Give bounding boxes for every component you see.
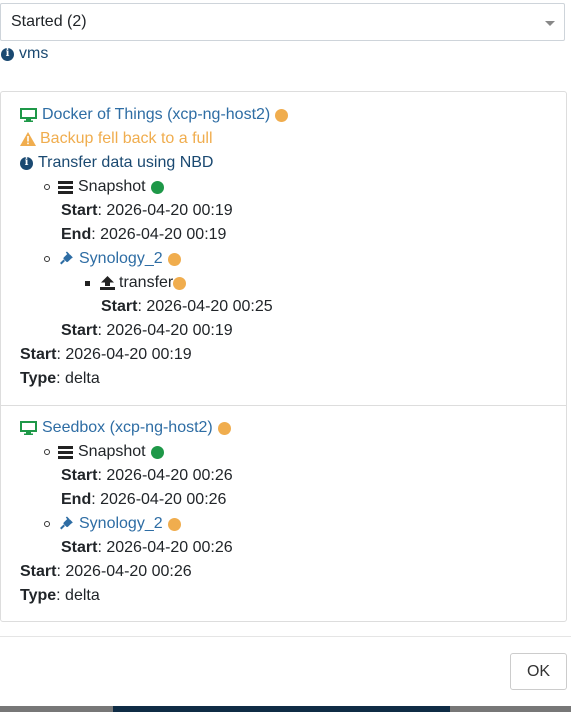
snapshot-label: Snapshot [78,178,146,195]
vm-name-link[interactable]: Seedbox (xcp-ng-host2) [42,419,213,437]
subtask-snapshot: Snapshot [44,443,164,461]
end-label: End [61,226,92,243]
task-start: Start: 2026-04-20 00:19 [20,346,192,364]
status-pending-dot [167,517,181,531]
background-bar [113,706,450,712]
task-start: Start: 2026-04-20 00:26 [20,563,192,581]
end-value: : 2026-04-20 00:19 [91,226,227,243]
background-bar [0,706,113,712]
start-value: : 2026-04-20 00:19 [56,346,192,363]
warning-text: Backup fell back to a full [40,130,213,147]
list-bullet [44,449,50,455]
remote-link[interactable]: Synology_2 [79,250,163,268]
transfer-start: Start: 2026-04-20 00:25 [101,298,273,316]
warning-message: Backup fell back to a full [20,130,213,148]
upload-icon [100,276,115,290]
start-label: Start [101,298,138,315]
status-success-dot [150,180,164,194]
info-text: Transfer data using NBD [38,154,214,171]
snapshot-start: Start: 2026-04-20 00:19 [61,202,233,220]
list-bullet [44,521,50,527]
remote-start: Start: 2026-04-20 00:19 [61,322,233,340]
snapshot-end: End: 2026-04-20 00:19 [61,226,226,244]
subtask-transfer: transfer [85,274,187,292]
start-label: Start [61,467,98,484]
transfer-label: transfer [119,274,174,291]
status-filter-select[interactable]: Started (2) [0,3,565,41]
snapshot-end: End: 2026-04-20 00:26 [61,491,226,509]
start-label: Start [20,346,57,363]
background-bar [450,706,571,712]
start-label: Start [61,539,98,556]
snapshot-start: Start: 2026-04-20 00:26 [61,467,233,485]
server-icon [58,180,73,194]
type-label: Type [20,370,57,387]
scope-label: i vms [1,45,48,63]
start-label: Start [20,563,57,580]
task-type: Type: delta [20,370,100,388]
server-icon [58,445,73,459]
vm-link-row[interactable]: Docker of Things (xcp-ng-host2) [20,106,289,124]
status-pending-dot [173,276,187,290]
info-icon: i [20,156,33,170]
start-value: : 2026-04-20 00:19 [97,202,233,219]
status-pending-dot [167,252,181,266]
subtask-remote: Synology_2 [44,250,181,268]
snapshot-label: Snapshot [78,443,146,460]
end-value: : 2026-04-20 00:26 [91,491,227,508]
start-value: : 2026-04-20 00:26 [97,467,233,484]
tasks-panel: Docker of Things (xcp-ng-host2) Backup f… [0,91,567,622]
chevron-down-icon [545,21,555,26]
list-bullet [44,184,50,190]
info-icon: i [1,47,14,61]
desktop-icon [20,421,37,435]
vm-name-link[interactable]: Docker of Things (xcp-ng-host2) [42,106,270,124]
warning-icon [20,132,36,146]
start-label: Start [61,202,98,219]
info-message: i Transfer data using NBD [20,154,213,172]
vm-link-row[interactable]: Seedbox (xcp-ng-host2) [20,419,231,437]
start-value: : 2026-04-20 00:19 [97,322,233,339]
remote-link[interactable]: Synology_2 [79,515,163,533]
remote-start: Start: 2026-04-20 00:26 [61,539,233,557]
start-value: : 2026-04-20 00:25 [137,298,273,315]
desktop-icon [20,108,37,122]
status-success-dot [150,445,164,459]
start-label: Start [61,322,98,339]
plug-icon [60,516,73,530]
start-value: : 2026-04-20 00:26 [56,563,192,580]
start-value: : 2026-04-20 00:26 [97,539,233,556]
type-value: : delta [56,370,100,387]
task-type: Type: delta [20,587,100,605]
list-bullet [85,280,90,286]
type-value: : delta [56,587,100,604]
status-filter-value: Started (2) [11,13,87,30]
subtask-snapshot: Snapshot [44,178,164,196]
plug-icon [60,251,73,265]
status-pending-dot [275,108,289,122]
subtask-remote: Synology_2 [44,515,181,533]
divider [1,405,566,406]
modal-footer-divider [0,636,571,637]
type-label: Type [20,587,57,604]
ok-button[interactable]: OK [510,653,567,690]
list-bullet [44,256,50,262]
status-pending-dot [217,421,231,435]
end-label: End [61,491,92,508]
scope-label-text: vms [19,45,49,62]
